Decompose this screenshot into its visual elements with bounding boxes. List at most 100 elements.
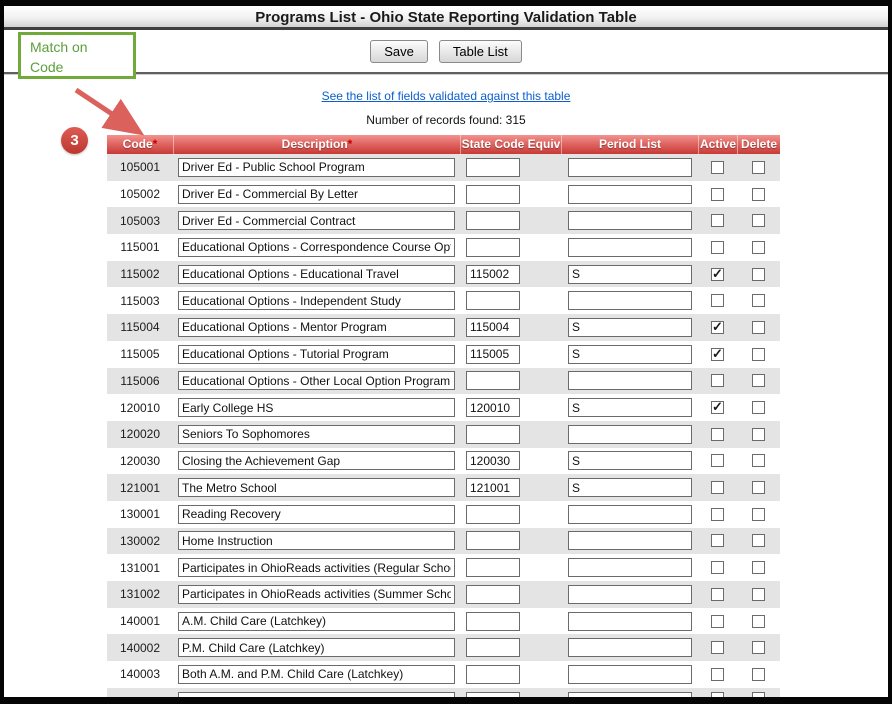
active-checkbox[interactable] [711,214,724,227]
state-code-input[interactable] [466,692,520,698]
period-list-input[interactable] [568,185,692,204]
description-input[interactable] [178,345,455,364]
active-checkbox[interactable] [711,241,724,254]
active-checkbox[interactable] [711,188,724,201]
description-input[interactable] [178,612,455,631]
state-code-input[interactable] [466,612,520,631]
description-input[interactable] [178,238,455,257]
delete-checkbox[interactable] [752,428,765,441]
active-checkbox[interactable] [711,268,724,281]
description-input[interactable] [178,665,455,684]
active-checkbox[interactable] [711,508,724,521]
state-code-input[interactable] [466,585,520,604]
description-input[interactable] [178,531,455,550]
state-code-input[interactable] [466,665,520,684]
state-code-input[interactable] [466,185,520,204]
delete-checkbox[interactable] [752,214,765,227]
period-list-input[interactable] [568,585,692,604]
delete-checkbox[interactable] [752,348,765,361]
validated-fields-link[interactable]: See the list of fields validated against… [322,89,571,103]
description-input[interactable] [178,425,455,444]
period-list-input[interactable] [568,238,692,257]
state-code-input[interactable] [466,638,520,657]
active-checkbox[interactable] [711,321,724,334]
delete-checkbox[interactable] [752,534,765,547]
period-list-input[interactable] [568,665,692,684]
state-code-input[interactable] [466,158,520,177]
state-code-input[interactable] [466,558,520,577]
delete-checkbox[interactable] [752,374,765,387]
delete-checkbox[interactable] [752,161,765,174]
delete-checkbox[interactable] [752,401,765,414]
description-input[interactable] [178,505,455,524]
description-input[interactable] [178,692,455,698]
delete-checkbox[interactable] [752,668,765,681]
period-list-input[interactable] [568,638,692,657]
delete-checkbox[interactable] [752,294,765,307]
state-code-input[interactable] [466,265,520,284]
delete-checkbox[interactable] [752,692,765,698]
period-list-input[interactable] [568,478,692,497]
description-input[interactable] [178,398,455,417]
active-checkbox[interactable] [711,692,724,698]
description-input[interactable] [178,211,455,230]
state-code-input[interactable] [466,238,520,257]
active-checkbox[interactable] [711,641,724,654]
table-list-button[interactable]: Table List [439,40,522,63]
delete-checkbox[interactable] [752,561,765,574]
delete-checkbox[interactable] [752,641,765,654]
delete-checkbox[interactable] [752,268,765,281]
description-input[interactable] [178,638,455,657]
active-checkbox[interactable] [711,615,724,628]
period-list-input[interactable] [568,318,692,337]
description-input[interactable] [178,318,455,337]
delete-checkbox[interactable] [752,188,765,201]
period-list-input[interactable] [568,692,692,698]
state-code-input[interactable] [466,345,520,364]
description-input[interactable] [178,558,455,577]
period-list-input[interactable] [568,291,692,310]
active-checkbox[interactable] [711,428,724,441]
active-checkbox[interactable] [711,588,724,601]
description-input[interactable] [178,158,455,177]
active-checkbox[interactable] [711,374,724,387]
description-input[interactable] [178,478,455,497]
state-code-input[interactable] [466,425,520,444]
period-list-input[interactable] [568,531,692,550]
state-code-input[interactable] [466,318,520,337]
period-list-input[interactable] [568,371,692,390]
period-list-input[interactable] [568,558,692,577]
active-checkbox[interactable] [711,161,724,174]
description-input[interactable] [178,451,455,470]
state-code-input[interactable] [466,211,520,230]
active-checkbox[interactable] [711,348,724,361]
delete-checkbox[interactable] [752,321,765,334]
delete-checkbox[interactable] [752,454,765,467]
active-checkbox[interactable] [711,294,724,307]
delete-checkbox[interactable] [752,241,765,254]
state-code-input[interactable] [466,398,520,417]
period-list-input[interactable] [568,345,692,364]
period-list-input[interactable] [568,265,692,284]
active-checkbox[interactable] [711,481,724,494]
period-list-input[interactable] [568,451,692,470]
delete-checkbox[interactable] [752,481,765,494]
period-list-input[interactable] [568,612,692,631]
active-checkbox[interactable] [711,401,724,414]
state-code-input[interactable] [466,371,520,390]
state-code-input[interactable] [466,478,520,497]
state-code-input[interactable] [466,531,520,550]
period-list-input[interactable] [568,158,692,177]
period-list-input[interactable] [568,211,692,230]
description-input[interactable] [178,265,455,284]
state-code-input[interactable] [466,505,520,524]
period-list-input[interactable] [568,425,692,444]
active-checkbox[interactable] [711,668,724,681]
delete-checkbox[interactable] [752,615,765,628]
description-input[interactable] [178,371,455,390]
description-input[interactable] [178,185,455,204]
active-checkbox[interactable] [711,561,724,574]
delete-checkbox[interactable] [752,508,765,521]
delete-checkbox[interactable] [752,588,765,601]
state-code-input[interactable] [466,451,520,470]
